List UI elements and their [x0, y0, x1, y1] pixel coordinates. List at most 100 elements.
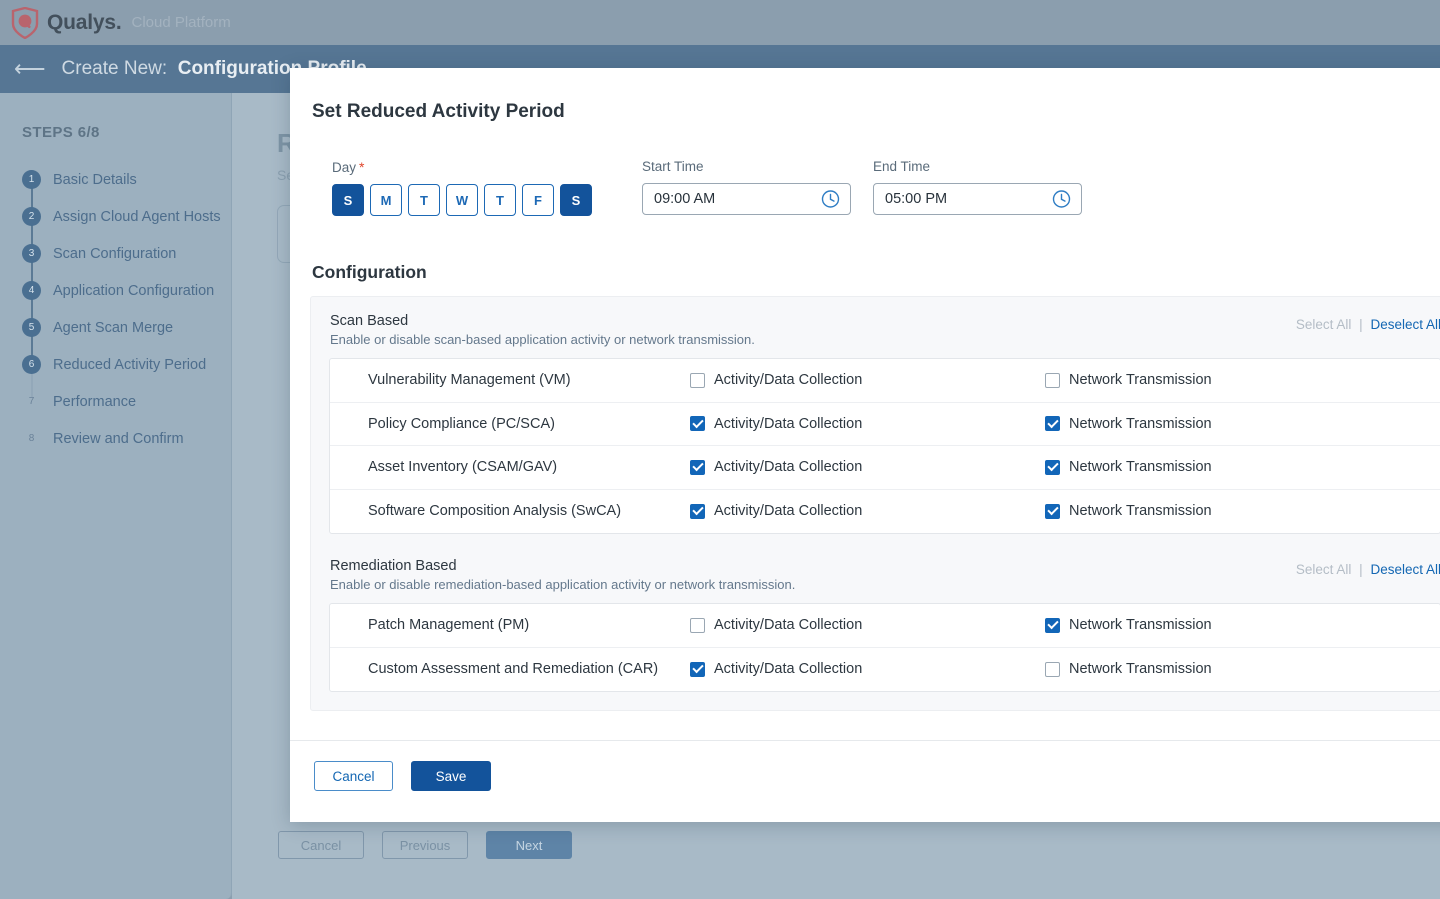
- remediation-based-select-all-link[interactable]: Select All: [1296, 562, 1352, 577]
- scan-based-table: Vulnerability Management (VM) Activity/D…: [329, 358, 1440, 534]
- network-transmission-checkbox[interactable]: [1045, 503, 1060, 519]
- network-transmission-cell[interactable]: Network Transmission: [1045, 617, 1212, 633]
- network-transmission-cell[interactable]: Network Transmission: [1045, 661, 1212, 677]
- wizard-previous-button[interactable]: Previous: [382, 831, 468, 859]
- remediation-based-table: Patch Management (PM) Activity/Data Coll…: [329, 603, 1440, 692]
- table-row: Policy Compliance (PC/SCA) Activity/Data…: [330, 403, 1440, 446]
- sidebar-item-agent-scan-merge[interactable]: 5 Agent Scan Merge: [0, 309, 231, 346]
- activity-data-collection-cell[interactable]: Activity/Data Collection: [690, 459, 1045, 475]
- schedule-fields: Day * S M T W T F S Start Time 09:00 AM …: [332, 159, 1440, 216]
- activity-data-collection-checkbox[interactable]: [690, 372, 705, 388]
- day-toggle-sunday[interactable]: S: [332, 184, 364, 216]
- remediation-based-header: Remediation Based Enable or disable reme…: [329, 558, 1440, 592]
- step-number: 5: [22, 318, 41, 337]
- cancel-button[interactable]: Cancel: [314, 761, 393, 791]
- dialog-footer: Cancel Save: [290, 740, 1440, 822]
- day-toggle-group: S M T W T F S: [332, 184, 592, 216]
- sidebar-item-assign-cloud-agent-hosts[interactable]: 2 Assign Cloud Agent Hosts: [0, 198, 231, 235]
- start-time-value: 09:00 AM: [654, 191, 716, 207]
- bulk-action-separator: |: [1359, 562, 1363, 577]
- day-toggle-friday[interactable]: F: [522, 184, 554, 216]
- activity-data-collection-cell[interactable]: Activity/Data Collection: [690, 503, 1045, 519]
- day-field-label: Day *: [332, 159, 365, 175]
- checkbox-label: Network Transmission: [1069, 415, 1212, 432]
- step-number: 1: [22, 170, 41, 189]
- activity-data-collection-checkbox[interactable]: [690, 617, 705, 633]
- sidebar-item-review-and-confirm[interactable]: 8 Review and Confirm: [0, 420, 231, 457]
- activity-data-collection-checkbox[interactable]: [690, 459, 705, 475]
- scan-based-deselect-all-link[interactable]: Deselect All: [1370, 317, 1440, 332]
- day-field: Day * S M T W T F S: [332, 159, 592, 216]
- save-button[interactable]: Save: [411, 761, 491, 791]
- scan-based-header-text: Scan Based Enable or disable scan-based …: [329, 313, 755, 347]
- row-name: Software Composition Analysis (SwCA): [368, 503, 622, 520]
- clock-icon[interactable]: [1052, 190, 1071, 209]
- step-number: 4: [22, 281, 41, 300]
- clock-icon[interactable]: [821, 190, 840, 209]
- sidebar-item-application-configuration[interactable]: 4 Application Configuration: [0, 272, 231, 309]
- configuration-panel: Scan Based Enable or disable scan-based …: [310, 296, 1440, 711]
- network-transmission-checkbox[interactable]: [1045, 617, 1060, 633]
- bulk-action-separator: |: [1359, 317, 1363, 332]
- checkbox-label: Network Transmission: [1069, 661, 1212, 678]
- checkbox-label: Network Transmission: [1069, 372, 1212, 389]
- wizard-cancel-button[interactable]: Cancel: [278, 831, 364, 859]
- checkbox-label: Activity/Data Collection: [714, 372, 863, 389]
- day-toggle-saturday[interactable]: S: [560, 184, 592, 216]
- sidebar-item-label: Assign Cloud Agent Hosts: [53, 208, 221, 225]
- activity-data-collection-checkbox[interactable]: [690, 416, 705, 432]
- activity-data-collection-cell[interactable]: Activity/Data Collection: [690, 661, 1045, 677]
- checkbox-label: Activity/Data Collection: [714, 503, 863, 520]
- back-arrow-icon[interactable]: ⟵: [14, 58, 46, 80]
- scan-based-select-all-link[interactable]: Select All: [1296, 317, 1352, 332]
- end-time-label: End Time: [873, 159, 931, 174]
- brand-logo[interactable]: Qualys. Cloud Platform: [10, 6, 231, 39]
- activity-data-collection-cell[interactable]: Activity/Data Collection: [690, 416, 1045, 432]
- scan-based-title: Scan Based: [330, 313, 409, 329]
- required-marker: *: [359, 159, 365, 175]
- remediation-based-deselect-all-link[interactable]: Deselect All: [1370, 562, 1440, 577]
- sidebar-item-label: Application Configuration: [53, 282, 215, 299]
- network-transmission-checkbox[interactable]: [1045, 416, 1060, 432]
- day-toggle-wednesday[interactable]: W: [446, 184, 478, 216]
- sidebar-item-label: Performance: [53, 393, 137, 410]
- activity-data-collection-cell[interactable]: Activity/Data Collection: [690, 617, 1045, 633]
- wizard-sidebar: STEPS 6/8 1 Basic Details 2 Assign Cloud…: [0, 93, 232, 899]
- end-time-input[interactable]: 05:00 PM: [873, 183, 1082, 215]
- steps-counter: STEPS 6/8: [22, 124, 100, 141]
- checkbox-label: Network Transmission: [1069, 503, 1212, 520]
- table-row: Custom Assessment and Remediation (CAR) …: [330, 648, 1440, 692]
- table-row: Software Composition Analysis (SwCA) Act…: [330, 490, 1440, 534]
- day-toggle-monday[interactable]: M: [370, 184, 402, 216]
- day-toggle-thursday[interactable]: T: [484, 184, 516, 216]
- configuration-heading: Configuration: [312, 262, 427, 282]
- checkbox-label: Network Transmission: [1069, 617, 1212, 634]
- wizard-step-list: 1 Basic Details 2 Assign Cloud Agent Hos…: [0, 161, 231, 457]
- sidebar-item-scan-configuration[interactable]: 3 Scan Configuration: [0, 235, 231, 272]
- sidebar-item-label: Basic Details: [53, 171, 137, 188]
- step-number: 8: [28, 433, 35, 444]
- network-transmission-checkbox[interactable]: [1045, 372, 1060, 388]
- sidebar-item-performance[interactable]: 7 Performance: [0, 383, 231, 420]
- remediation-based-title: Remediation Based: [330, 558, 457, 574]
- sidebar-item-reduced-activity-period[interactable]: 6 Reduced Activity Period: [0, 346, 231, 383]
- wizard-next-button[interactable]: Next: [486, 831, 572, 859]
- global-header: Qualys. Cloud Platform: [0, 0, 1440, 45]
- activity-data-collection-checkbox[interactable]: [690, 661, 705, 677]
- network-transmission-cell[interactable]: Network Transmission: [1045, 416, 1212, 432]
- end-time-field: End Time 05:00 PM: [873, 159, 1082, 215]
- activity-data-collection-cell[interactable]: Activity/Data Collection: [690, 372, 1045, 388]
- activity-data-collection-checkbox[interactable]: [690, 503, 705, 519]
- network-transmission-cell[interactable]: Network Transmission: [1045, 503, 1212, 519]
- start-time-input[interactable]: 09:00 AM: [642, 183, 851, 215]
- network-transmission-checkbox[interactable]: [1045, 661, 1060, 677]
- row-name: Custom Assessment and Remediation (CAR): [368, 661, 659, 678]
- sidebar-item-basic-details[interactable]: 1 Basic Details: [0, 161, 231, 198]
- day-toggle-tuesday[interactable]: T: [408, 184, 440, 216]
- checkbox-label: Activity/Data Collection: [714, 459, 863, 476]
- network-transmission-cell[interactable]: Network Transmission: [1045, 372, 1212, 388]
- network-transmission-cell[interactable]: Network Transmission: [1045, 459, 1212, 475]
- scan-based-section: Scan Based Enable or disable scan-based …: [329, 313, 1440, 534]
- network-transmission-checkbox[interactable]: [1045, 459, 1060, 475]
- wizard-footer-buttons: Cancel Previous Next: [278, 831, 572, 859]
